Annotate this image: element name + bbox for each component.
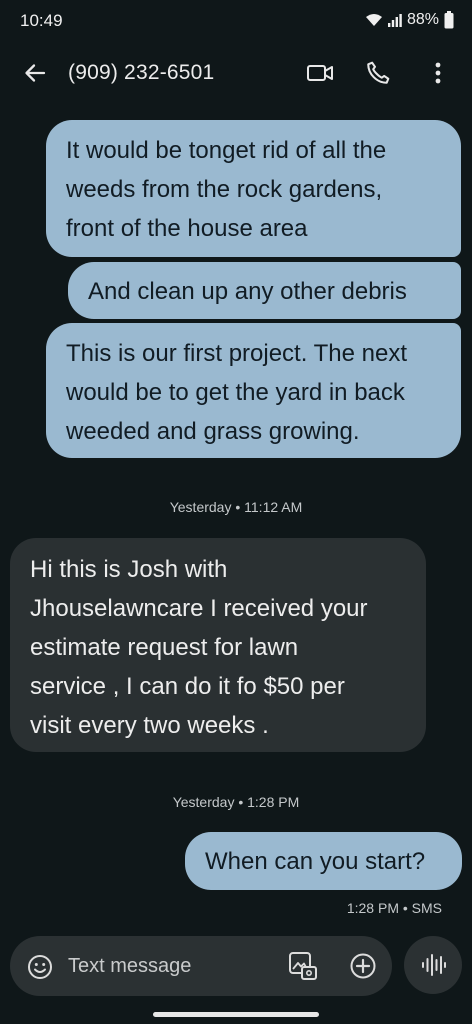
video-call-button[interactable] (302, 56, 338, 90)
add-circle-icon (350, 953, 376, 979)
signal-icon (387, 13, 402, 27)
attach-media-button[interactable] (286, 949, 320, 983)
status-icons: 88% (365, 11, 454, 29)
outgoing-message[interactable]: And clean up any other debris (68, 262, 461, 319)
battery-icon (444, 11, 454, 29)
call-button[interactable] (360, 56, 396, 90)
message-line: It would be tonget rid of all the (66, 137, 387, 164)
more-vert-icon (435, 62, 441, 84)
message-line: weeded and grass growing. (66, 418, 360, 445)
message-line: service , I can do it fo $50 per (30, 673, 345, 700)
outgoing-message[interactable]: This is our first project. The next woul… (46, 323, 461, 458)
phone-icon (367, 61, 390, 84)
status-time: 10:49 (20, 11, 63, 30)
message-thread[interactable]: It would be tonget rid of all the weeds … (0, 110, 472, 930)
message-line: When can you start? (205, 848, 426, 875)
gallery-icon (289, 952, 317, 980)
voice-input-icon (422, 954, 446, 976)
message-timestamp: Yesterday • 11:12 AM (169, 499, 303, 515)
message-line: Hi this is Josh with (30, 556, 228, 583)
wifi-icon (365, 13, 383, 27)
compose-bar (10, 936, 392, 996)
outgoing-message[interactable]: It would be tonget rid of all the weeds … (46, 120, 461, 257)
message-line: weeds from the rock gardens, (66, 176, 383, 203)
message-line: Jhouselawncare I received your (30, 595, 368, 622)
message-status: 1:28 PM • SMS (346, 900, 442, 916)
battery-percentage: 88% (406, 11, 439, 28)
message-line: This is our first project. The next (66, 340, 408, 367)
message-input[interactable] (68, 955, 258, 978)
message-line: estimate request for lawn (30, 634, 299, 661)
emoji-icon (28, 955, 52, 979)
back-button[interactable] (18, 57, 52, 89)
conversation-header: (909) 232-6501 (0, 44, 472, 102)
incoming-message[interactable]: Hi this is Josh with Jhouselawncare I re… (10, 538, 426, 752)
status-bar: 10:49 88% (0, 0, 472, 44)
outgoing-message[interactable]: When can you start? (185, 832, 462, 890)
emoji-button[interactable] (24, 951, 56, 983)
voice-input-button[interactable] (404, 936, 462, 994)
add-attachment-button[interactable] (346, 949, 380, 983)
video-call-icon (307, 65, 333, 81)
message-line: would be to get the yard in back (66, 379, 405, 406)
messages-screen: 10:49 88% (909) 232-6501 It would be ton… (0, 0, 472, 1024)
contact-title[interactable]: (909) 232-6501 (68, 61, 214, 85)
message-line: front of the house area (66, 215, 308, 242)
message-line: visit every two weeks . (30, 712, 269, 739)
more-options-button[interactable] (420, 56, 456, 90)
home-indicator[interactable] (153, 1012, 319, 1017)
message-line: And clean up any other debris (88, 278, 407, 305)
back-arrow-icon (25, 64, 46, 82)
message-timestamp: Yesterday • 1:28 PM (172, 794, 300, 810)
